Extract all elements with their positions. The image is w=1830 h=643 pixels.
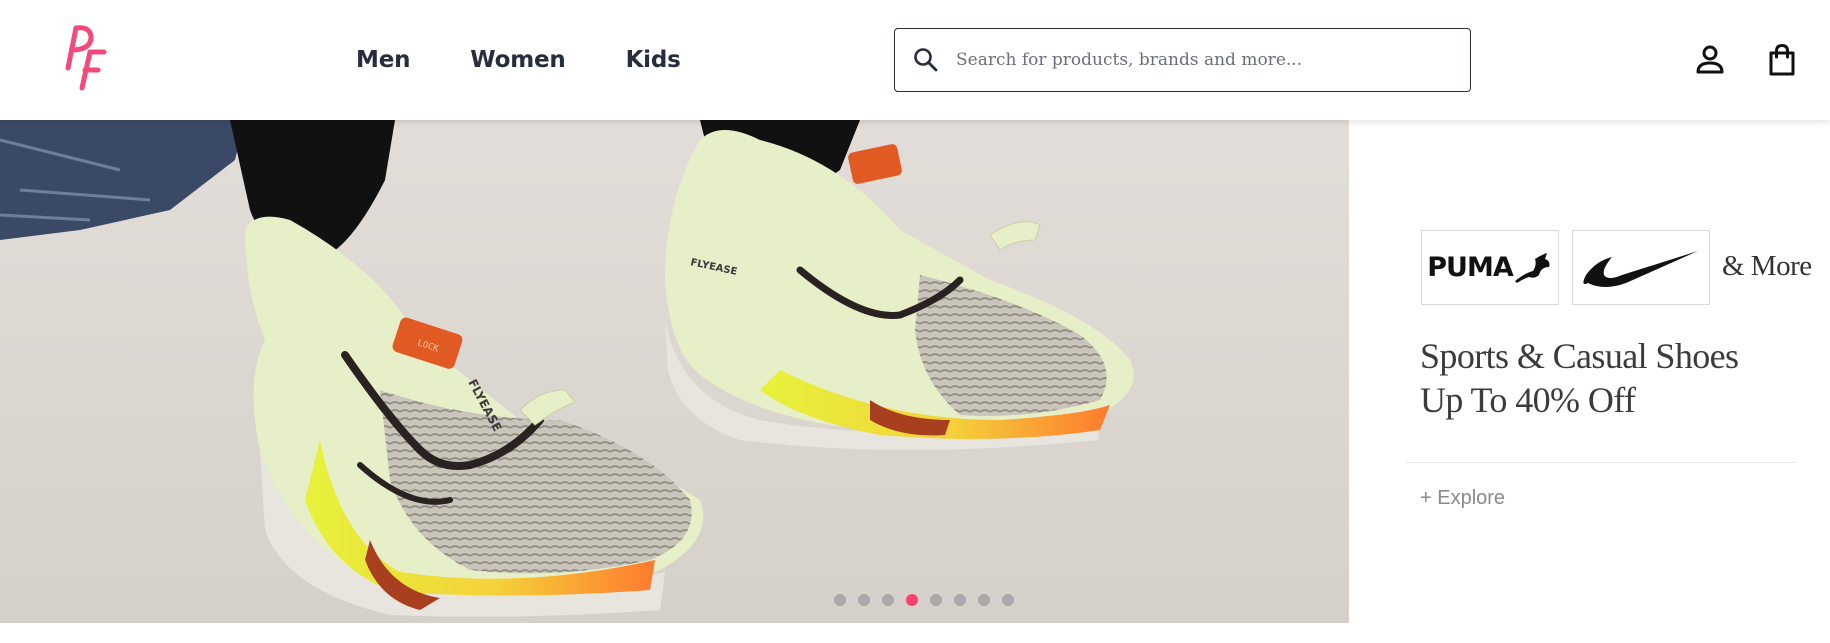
carousel-dot[interactable] <box>930 594 942 606</box>
nav-kids[interactable]: Kids <box>626 47 681 73</box>
nike-swoosh-icon <box>1583 250 1698 287</box>
carousel-dot[interactable] <box>1002 594 1014 606</box>
carousel-dot[interactable] <box>954 594 966 606</box>
and-more-label: & More <box>1722 250 1812 282</box>
hero-banner-image[interactable]: LOCK FLYEASE FLYEASE <box>0 120 1349 623</box>
promo-divider <box>1406 462 1796 463</box>
top-header: Men Women Kids <box>0 0 1830 120</box>
page-bottom-strip <box>0 623 1830 643</box>
nav-women[interactable]: Women <box>470 47 565 73</box>
carousel-dot[interactable] <box>906 594 918 606</box>
shopping-bag-icon[interactable] <box>1765 43 1799 77</box>
profile-icon[interactable] <box>1693 43 1727 77</box>
main-nav: Men Women Kids <box>356 47 681 73</box>
promo-panel: PUMA & More Sports & Casual Shoes Up To 4… <box>1349 120 1830 623</box>
promo-headline: Sports & Casual Shoes Up To 40% Off <box>1420 336 1739 420</box>
puma-cat-icon <box>1514 252 1550 283</box>
search-input[interactable] <box>956 50 1436 70</box>
explore-link[interactable]: + Explore <box>1420 487 1505 510</box>
search-bar[interactable] <box>894 28 1471 92</box>
carousel-dot[interactable] <box>882 594 894 606</box>
pf-logo[interactable] <box>60 22 112 94</box>
hero-shoes-illustration: LOCK FLYEASE FLYEASE <box>0 120 1349 623</box>
puma-logo-box[interactable]: PUMA <box>1421 230 1559 305</box>
nike-logo-box[interactable] <box>1572 230 1710 305</box>
nav-men[interactable]: Men <box>356 47 410 73</box>
carousel-dot[interactable] <box>858 594 870 606</box>
carousel-dot[interactable] <box>978 594 990 606</box>
carousel-dot[interactable] <box>834 594 846 606</box>
puma-wordmark: PUMA <box>1427 252 1513 283</box>
carousel-dots <box>834 594 1014 606</box>
search-icon <box>914 48 938 72</box>
